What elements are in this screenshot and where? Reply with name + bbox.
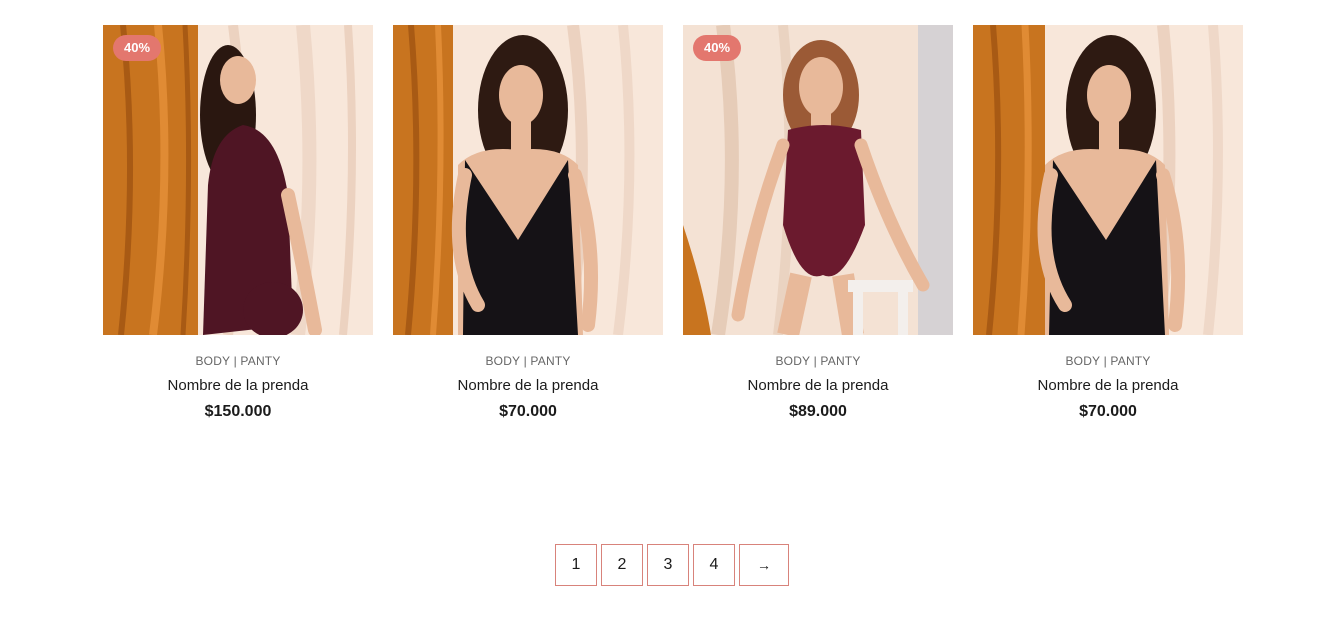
product-category: BODY | PANTY [775,354,861,368]
product-image[interactable]: 40% [103,25,373,335]
product-card[interactable]: BODY | PANTY Nombre de la prenda $70.000 [973,25,1243,421]
product-name[interactable]: Nombre de la prenda [973,377,1243,394]
product-price: $70.000 [1079,403,1137,420]
discount-badge: 40% [113,35,161,61]
page-3-button[interactable]: 3 [647,544,689,586]
product-card[interactable]: BODY | PANTY Nombre de la prenda $70.000 [393,25,663,421]
product-image[interactable] [393,25,663,335]
page-4-button[interactable]: 4 [693,544,735,586]
product-card[interactable]: 40% BODY | PANTY Nombre de la prenda $15… [103,25,373,421]
product-photo [103,25,373,335]
page-1-button[interactable]: 1 [555,544,597,586]
product-price: $150.000 [204,403,272,420]
product-price: $70.000 [499,403,557,420]
product-name[interactable]: Nombre de la prenda [393,377,663,394]
product-name[interactable]: Nombre de la prenda [103,377,373,394]
product-price: $89.000 [789,403,847,420]
page-2-button[interactable]: 2 [601,544,643,586]
product-card[interactable]: 40% BODY | PANTY Nombre de la prenda $89… [683,25,953,421]
product-grid: 40% BODY | PANTY Nombre de la prenda $15… [103,25,1243,421]
product-image[interactable]: 40% [683,25,953,335]
next-page-button[interactable]: → [739,544,789,586]
arrow-right-icon: → [757,557,771,573]
product-category: BODY | PANTY [485,354,571,368]
product-image[interactable] [973,25,1243,335]
product-photo [393,25,663,335]
product-category: BODY | PANTY [1065,354,1151,368]
product-category: BODY | PANTY [195,354,281,368]
product-photo [973,25,1243,335]
product-photo [683,25,953,335]
product-name[interactable]: Nombre de la prenda [683,377,953,394]
discount-badge: 40% [693,35,741,61]
pagination: 1 2 3 4 → [555,544,789,586]
